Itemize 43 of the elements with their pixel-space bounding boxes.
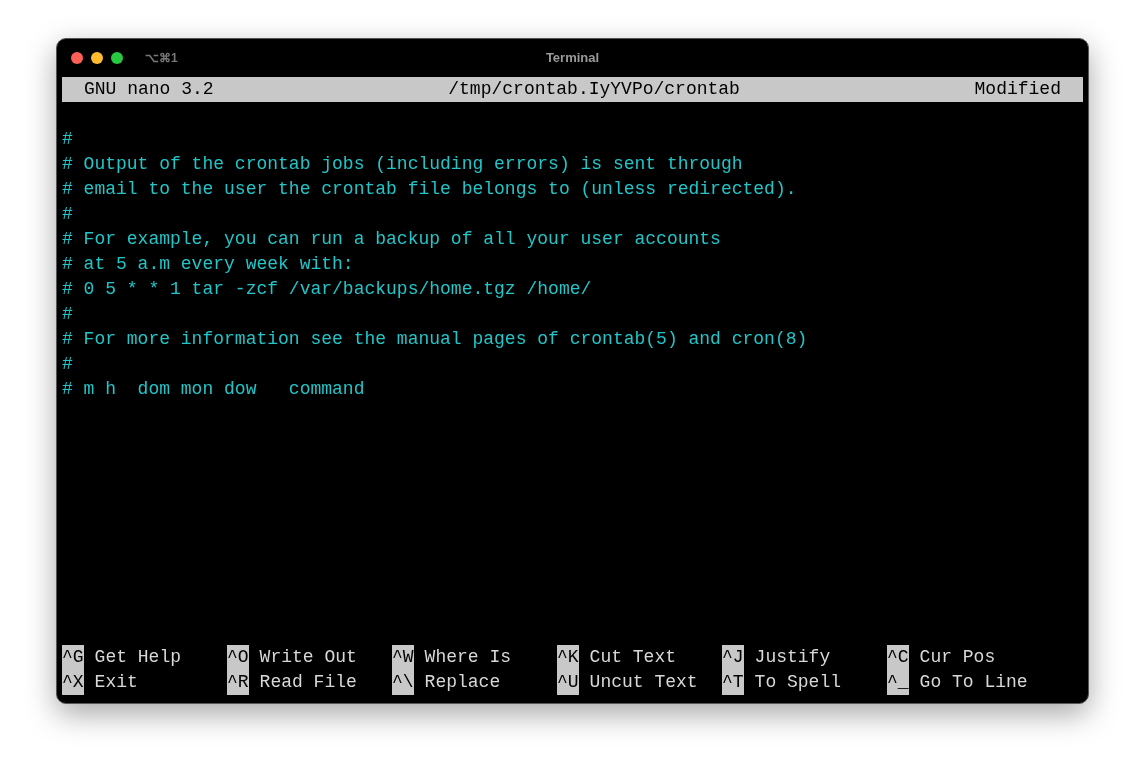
shortcut-key: ^R (227, 670, 249, 695)
minimize-button[interactable] (91, 52, 103, 64)
shortcut-label: Cut Text (589, 646, 677, 669)
modified-status: Modified (974, 78, 1061, 101)
tab-shortcut: ⌥⌘1 (145, 50, 178, 67)
shortcut-key: ^C (887, 645, 909, 670)
comment-line: # (62, 204, 73, 224)
shortcut-key: ^U (557, 670, 579, 695)
comment-line: # email to the user the crontab file belongs to (unless redirected). (62, 179, 797, 199)
comment-line: # m h dom mon dow command (62, 379, 365, 399)
file-path: /tmp/crontab.IyYVPo/crontab (448, 78, 740, 101)
comment-line: # 0 5 * * 1 tar -zcf /var/backups/home.tgz /home/ (62, 279, 592, 299)
shortcut-key: ^J (722, 645, 744, 670)
shortcut-label: Cur Pos (919, 646, 996, 669)
shortcut-key: ^G (62, 645, 84, 670)
shortcut-key: ^W (392, 645, 414, 670)
window-title: Terminal (545, 49, 600, 68)
shortcut-label: Read File (259, 671, 357, 694)
comment-line: # (62, 354, 73, 374)
comment-line: # Output of the crontab jobs (including errors) is sent through (62, 154, 743, 174)
shortcut-label: Get Help (94, 646, 182, 669)
shortcut-key: ^X (62, 670, 84, 695)
comment-line: # For example, you can run a backup of all your user accounts (62, 229, 721, 249)
shortcut-label: Where Is (424, 646, 512, 669)
nano-version: GNU nano 3.2 (84, 78, 214, 101)
shortcut-label: To Spell (754, 671, 842, 694)
shortcut-key: ^O (227, 645, 249, 670)
shortcut-label: Exit (94, 671, 138, 694)
comment-line: # (62, 304, 73, 324)
shortcut-key: ^K (557, 645, 579, 670)
shortcut-label: Go To Line (919, 671, 1028, 694)
comment-line: # (62, 129, 73, 149)
shortcut-key: ^T (722, 670, 744, 695)
zoom-button[interactable] (111, 52, 123, 64)
comment-line: # at 5 a.m every week with: (62, 254, 354, 274)
shortcut-label: Write Out (259, 646, 357, 669)
shortcut-label: Justify (754, 646, 831, 669)
shortcut-key: ^_ (887, 670, 909, 695)
comment-line: # For more information see the manual pages of crontab(5) and cron(8) (62, 329, 808, 349)
shortcut-label: Uncut Text (589, 671, 698, 694)
shortcut-label: Replace (424, 671, 501, 694)
close-button[interactable] (71, 52, 83, 64)
shortcut-key: ^\ (392, 670, 414, 695)
